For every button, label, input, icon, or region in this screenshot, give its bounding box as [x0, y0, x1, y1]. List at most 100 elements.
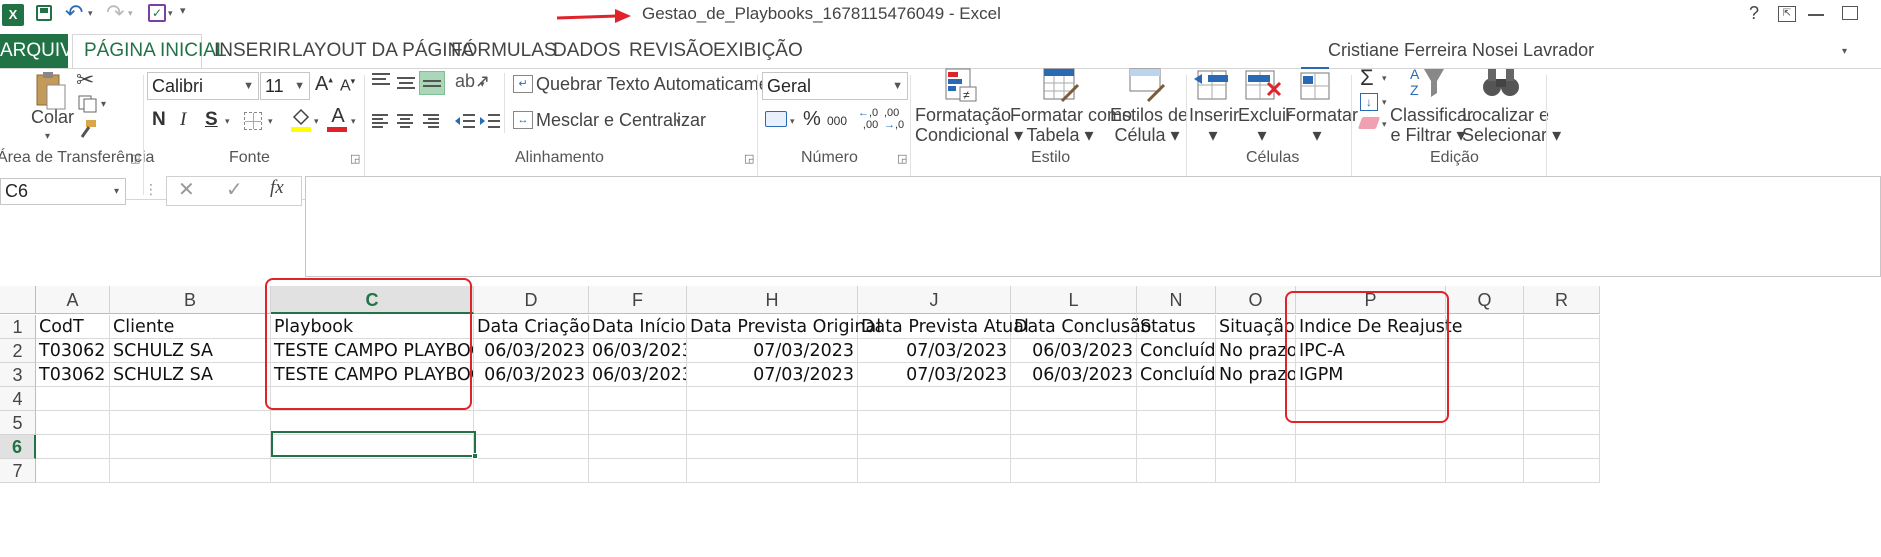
cell-a2[interactable]: T03062: [36, 339, 110, 363]
thousands-button[interactable]: 000: [827, 114, 847, 128]
cell-r4[interactable]: [1524, 387, 1600, 411]
cell-l3[interactable]: 06/03/2023: [1011, 363, 1137, 387]
cell-j4[interactable]: [858, 387, 1011, 411]
increase-decimal-icon[interactable]: ←,0,00: [858, 107, 878, 131]
cell-q3[interactable]: [1446, 363, 1524, 387]
conditional-formatting-button[interactable]: Formatação Condicional ▾: [915, 105, 1023, 145]
cell-l7[interactable]: [1011, 459, 1137, 483]
insert-cells-icon[interactable]: [1194, 67, 1232, 103]
merge-dropdown-icon[interactable]: ▾: [676, 116, 681, 127]
cell-l6[interactable]: [1011, 435, 1137, 459]
currency-icon[interactable]: [765, 111, 787, 127]
cell-a3[interactable]: T03062: [36, 363, 110, 387]
cell-f2[interactable]: 06/03/2023: [589, 339, 687, 363]
shrink-font-icon[interactable]: A▾: [340, 76, 355, 95]
cell-q5[interactable]: [1446, 411, 1524, 435]
cell-d1[interactable]: Data Criação: [474, 315, 590, 339]
font-name-combo[interactable]: Calibri ▼: [147, 72, 259, 100]
conditional-formatting-icon[interactable]: ≠: [944, 67, 978, 103]
redo-icon[interactable]: ↷: [106, 0, 124, 26]
underline-button[interactable]: S: [205, 109, 218, 131]
cell-n1[interactable]: Status: [1137, 315, 1216, 339]
cell-b4[interactable]: [110, 387, 271, 411]
cell-q4[interactable]: [1446, 387, 1524, 411]
redo-dropdown-icon[interactable]: ▾: [128, 8, 133, 19]
cell-q7[interactable]: [1446, 459, 1524, 483]
cell-o5[interactable]: [1216, 411, 1296, 435]
row-header-7[interactable]: 7: [0, 459, 36, 483]
enter-icon[interactable]: ✓: [226, 177, 243, 202]
cell-j6[interactable]: [858, 435, 1011, 459]
cell-d3[interactable]: 06/03/2023: [474, 363, 589, 387]
tab-revisao[interactable]: REVISÃO: [629, 40, 713, 62]
cell-styles-button[interactable]: Estilos de Célula ▾: [1110, 105, 1188, 145]
cell-d4[interactable]: [474, 387, 589, 411]
increase-indent-icon[interactable]: [480, 113, 500, 129]
borders-dropdown-icon[interactable]: ▾: [268, 116, 273, 127]
align-left-icon[interactable]: [372, 113, 388, 129]
select-all-corner[interactable]: [0, 286, 36, 314]
name-box[interactable]: C6 ▾: [0, 178, 126, 205]
clear-icon[interactable]: [1357, 117, 1381, 129]
fill-color-dropdown-icon[interactable]: ▾: [314, 116, 319, 127]
formula-input[interactable]: [305, 176, 1881, 277]
tab-dados[interactable]: DADOS: [553, 40, 621, 62]
tab-formulas[interactable]: FÓRMULAS: [451, 40, 557, 62]
font-color-dropdown-icon[interactable]: ▾: [351, 116, 356, 127]
cell-r1[interactable]: [1524, 315, 1600, 339]
cell-d2[interactable]: 06/03/2023: [474, 339, 589, 363]
format-cells-button[interactable]: Formatar ▾: [1285, 105, 1358, 145]
cell-p6[interactable]: [1296, 435, 1446, 459]
cell-q2[interactable]: [1446, 339, 1524, 363]
font-color-icon[interactable]: A: [327, 105, 349, 133]
cell-j3[interactable]: 07/03/2023: [858, 363, 1011, 387]
align-top-icon[interactable]: [372, 73, 390, 87]
undo-icon[interactable]: ↶: [65, 0, 83, 26]
cell-j1[interactable]: Data Prevista Atual: [858, 315, 1029, 339]
row-header-4[interactable]: 4: [0, 387, 36, 411]
align-right-icon[interactable]: [423, 113, 439, 129]
autosum-dropdown-icon[interactable]: ▾: [1382, 73, 1387, 84]
cell-n2[interactable]: Concluída: [1137, 339, 1216, 363]
fill-handle[interactable]: [472, 453, 478, 459]
active-cell-outline[interactable]: [271, 431, 476, 457]
bold-button[interactable]: N: [152, 109, 166, 131]
column-header-q[interactable]: Q: [1446, 286, 1524, 314]
cell-a7[interactable]: [36, 459, 110, 483]
help-icon[interactable]: ?: [1749, 3, 1759, 24]
copy-icon[interactable]: [78, 95, 98, 113]
cell-l2[interactable]: 06/03/2023: [1011, 339, 1137, 363]
underline-dropdown-icon[interactable]: ▾: [225, 116, 230, 127]
clipboard-launcher-icon[interactable]: ◲: [130, 152, 140, 165]
borders-icon[interactable]: [244, 112, 262, 130]
cell-o7[interactable]: [1216, 459, 1296, 483]
cell-r2[interactable]: [1524, 339, 1600, 363]
cell-a4[interactable]: [36, 387, 110, 411]
cell-h7[interactable]: [687, 459, 858, 483]
undo-dropdown-icon[interactable]: ▾: [88, 8, 93, 19]
cell-n4[interactable]: [1137, 387, 1216, 411]
row-header-1[interactable]: 1: [0, 315, 36, 339]
wrap-text-icon[interactable]: ↵: [513, 75, 533, 93]
column-header-b[interactable]: B: [110, 286, 271, 314]
column-header-d[interactable]: D: [474, 286, 589, 314]
cell-b7[interactable]: [110, 459, 271, 483]
alignment-launcher-icon[interactable]: ◲: [744, 152, 754, 165]
row-header-5[interactable]: 5: [0, 411, 36, 435]
column-header-a[interactable]: A: [36, 286, 110, 314]
autosum-icon[interactable]: Σ: [1360, 65, 1374, 91]
cell-r7[interactable]: [1524, 459, 1600, 483]
font-launcher-icon[interactable]: ◲: [350, 152, 360, 165]
row-header-2[interactable]: 2: [0, 339, 36, 363]
column-header-r[interactable]: R: [1524, 286, 1600, 314]
cell-h4[interactable]: [687, 387, 858, 411]
column-header-l[interactable]: L: [1011, 286, 1137, 314]
ribbon-display-icon[interactable]: ⇱: [1778, 6, 1796, 22]
cell-b5[interactable]: [110, 411, 271, 435]
worksheet-grid[interactable]: ABCDFHJLNOPQR 1234567 CodT Cliente Playboo…: [0, 278, 1881, 557]
cancel-icon[interactable]: ✕: [178, 177, 195, 202]
cell-p7[interactable]: [1296, 459, 1446, 483]
italic-button[interactable]: I: [180, 109, 186, 131]
cell-f4[interactable]: [589, 387, 687, 411]
cell-f3[interactable]: 06/03/2023: [589, 363, 687, 387]
